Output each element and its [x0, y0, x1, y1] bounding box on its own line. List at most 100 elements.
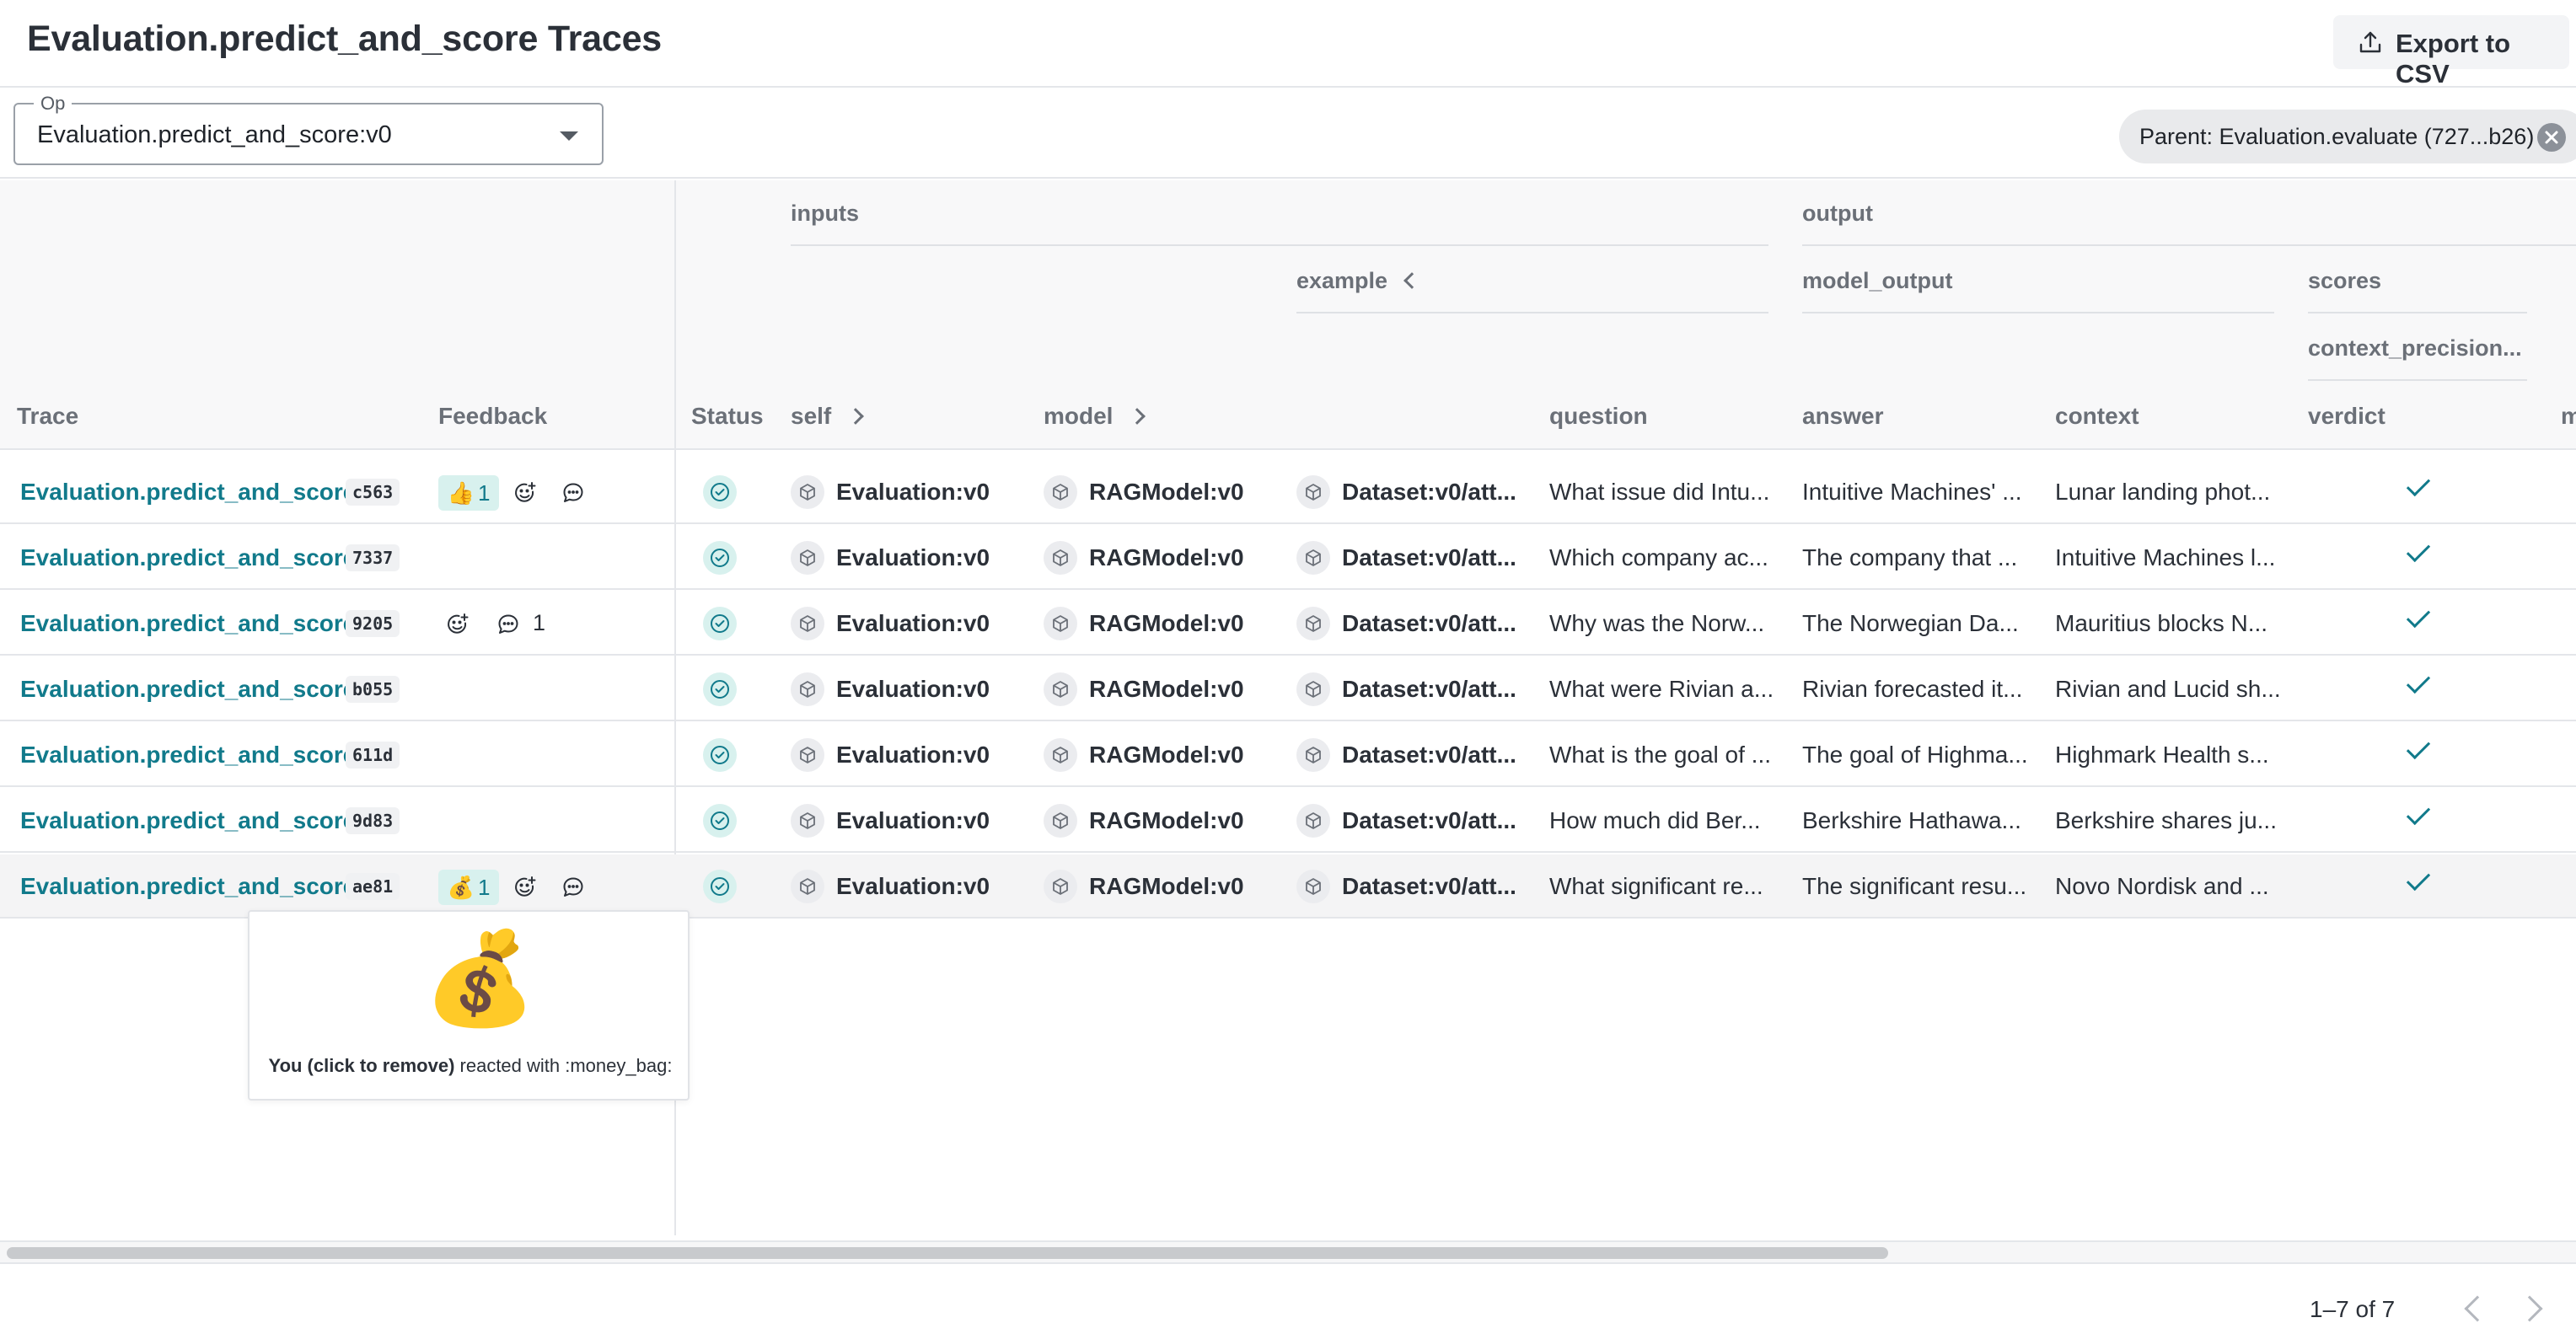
add-emoji-icon[interactable]	[513, 875, 538, 900]
example-ref[interactable]: Dataset:v0/att...	[1296, 475, 1532, 509]
example-ref[interactable]: Dataset:v0/att...	[1296, 541, 1532, 575]
comment-icon[interactable]	[561, 480, 586, 506]
self-ref[interactable]: Evaluation:v0	[791, 870, 1027, 903]
answer-cell[interactable]: Intuitive Machines' ...	[1802, 479, 2030, 506]
trace-link[interactable]: Evaluation.predict_and_score	[20, 676, 356, 703]
table-row[interactable]: Evaluation.predict_and_score 7337 Evaluati…	[0, 526, 2576, 590]
answer-cell[interactable]: The significant resu...	[1802, 873, 2030, 900]
question-cell[interactable]: Which company ac...	[1549, 544, 1777, 571]
question-cell[interactable]: How much did Ber...	[1549, 807, 1777, 834]
column-header-verdict[interactable]: verdict	[2308, 403, 2385, 430]
question-cell[interactable]: What significant re...	[1549, 873, 1777, 900]
caret-down-icon[interactable]	[560, 131, 578, 141]
trace-link[interactable]: Evaluation.predict_and_score	[20, 544, 356, 571]
model-ref[interactable]: RAGModel:v0	[1044, 541, 1280, 575]
self-ref-label: Evaluation:v0	[836, 807, 990, 833]
column-header-self[interactable]: self	[791, 403, 865, 430]
pagination-range: 1–7 of 7	[2310, 1296, 2396, 1322]
context-cell[interactable]: Rivian and Lucid sh...	[2055, 676, 2283, 703]
question-cell[interactable]: What issue did Intu...	[1549, 479, 1777, 506]
example-ref[interactable]: Dataset:v0/att...	[1296, 738, 1532, 772]
horizontal-scrollbar-thumb[interactable]	[7, 1247, 1888, 1259]
trace-link[interactable]: Evaluation.predict_and_score	[20, 742, 356, 769]
reaction-chip[interactable]: 💰 1	[438, 870, 499, 905]
column-header-context[interactable]: context	[2055, 403, 2139, 430]
table-row[interactable]: Evaluation.predict_and_score c563 👍 1 Evalua…	[0, 460, 2576, 524]
expand-chevron-icon[interactable]	[847, 408, 865, 425]
table-row[interactable]: Evaluation.predict_and_score ae81 💰 1 Evalua…	[0, 854, 2576, 919]
example-ref[interactable]: Dataset:v0/att...	[1296, 870, 1532, 903]
group-header-example[interactable]: example	[1296, 268, 1420, 294]
trace-link[interactable]: Evaluation.predict_and_score	[20, 610, 356, 637]
previous-page-icon[interactable]	[2464, 1295, 2491, 1322]
export-csv-button[interactable]: Export to CSV	[2333, 15, 2569, 88]
context-cell[interactable]: Intuitive Machines l...	[2055, 544, 2283, 571]
add-emoji-icon[interactable]	[445, 612, 470, 637]
group-underline-context-precision	[2308, 379, 2527, 381]
context-cell[interactable]: Novo Nordisk and ...	[2055, 873, 2283, 900]
parent-filter-chip[interactable]: Parent: Evaluation.evaluate (727...b26)	[2119, 110, 2576, 163]
question-cell[interactable]: What were Rivian a...	[1549, 676, 1777, 703]
context-cell[interactable]: Mauritius blocks N...	[2055, 610, 2283, 637]
cube-icon	[1044, 870, 1077, 903]
self-ref[interactable]: Evaluation:v0	[791, 475, 1027, 509]
remove-filter-icon[interactable]	[2537, 123, 2566, 152]
model-ref[interactable]: RAGModel:v0	[1044, 607, 1280, 640]
context-cell[interactable]: Berkshire shares ju...	[2055, 807, 2283, 834]
collapse-chevron-icon[interactable]	[1403, 272, 1420, 289]
remove-reaction-link[interactable]: You (click to remove)	[269, 1055, 455, 1076]
answer-cell[interactable]: The company that ...	[1802, 544, 2030, 571]
model-ref[interactable]: RAGModel:v0	[1044, 738, 1280, 772]
column-header-more[interactable]: m	[2561, 403, 2576, 430]
column-header-trace[interactable]: Trace	[17, 403, 78, 430]
reaction-count: 1	[477, 479, 491, 506]
table-row[interactable]: Evaluation.predict_and_score b055 Evaluati…	[0, 657, 2576, 721]
self-ref[interactable]: Evaluation:v0	[791, 804, 1027, 838]
next-page-icon[interactable]	[2516, 1295, 2543, 1322]
answer-cell[interactable]: The Norwegian Da...	[1802, 610, 2030, 637]
self-ref[interactable]: Evaluation:v0	[791, 738, 1027, 772]
example-ref[interactable]: Dataset:v0/att...	[1296, 607, 1532, 640]
column-header-status[interactable]: Status	[691, 403, 764, 430]
self-ref[interactable]: Evaluation:v0	[791, 541, 1027, 575]
column-header-model[interactable]: model	[1044, 403, 1146, 430]
question-cell[interactable]: Why was the Norw...	[1549, 610, 1777, 637]
context-cell[interactable]: Lunar landing phot...	[2055, 479, 2283, 506]
cube-icon	[1296, 870, 1330, 903]
answer-cell[interactable]: Berkshire Hathawa...	[1802, 807, 2030, 834]
add-emoji-icon[interactable]	[513, 480, 538, 506]
answer-cell[interactable]: The goal of Highma...	[1802, 742, 2030, 769]
horizontal-scrollbar[interactable]	[0, 1240, 2576, 1264]
model-ref[interactable]: RAGModel:v0	[1044, 804, 1280, 838]
question-cell[interactable]: What is the goal of ...	[1549, 742, 1777, 769]
cube-icon	[1044, 804, 1077, 838]
table-row[interactable]: Evaluation.predict_and_score 611d Evaluati…	[0, 723, 2576, 787]
group-underline-model-output	[1802, 312, 2274, 313]
expand-chevron-icon[interactable]	[1129, 408, 1146, 425]
column-header-answer[interactable]: answer	[1802, 403, 1884, 430]
cube-icon	[1044, 672, 1077, 706]
comment-icon[interactable]	[496, 612, 521, 637]
reaction-chip[interactable]: 👍 1	[438, 475, 499, 511]
column-header-question[interactable]: question	[1549, 403, 1648, 430]
model-ref[interactable]: RAGModel:v0	[1044, 672, 1280, 706]
example-ref[interactable]: Dataset:v0/att...	[1296, 804, 1532, 838]
comment-count: 1	[533, 610, 546, 635]
model-ref[interactable]: RAGModel:v0	[1044, 870, 1280, 903]
self-ref-label: Evaluation:v0	[836, 676, 990, 702]
trace-link[interactable]: Evaluation.predict_and_score	[20, 873, 356, 900]
self-ref[interactable]: Evaluation:v0	[791, 672, 1027, 706]
model-ref[interactable]: RAGModel:v0	[1044, 475, 1280, 509]
self-ref[interactable]: Evaluation:v0	[791, 607, 1027, 640]
context-cell[interactable]: Highmark Health s...	[2055, 742, 2283, 769]
table-row[interactable]: Evaluation.predict_and_score 9205 1 Evaluat…	[0, 592, 2576, 656]
trace-link[interactable]: Evaluation.predict_and_score	[20, 479, 356, 506]
op-select[interactable]: Op Evaluation.predict_and_score:v0	[13, 93, 604, 165]
trace-link[interactable]: Evaluation.predict_and_score	[20, 807, 356, 834]
answer-cell[interactable]: Rivian forecasted it...	[1802, 676, 2030, 703]
table-row[interactable]: Evaluation.predict_and_score 9d83 Evaluati…	[0, 789, 2576, 853]
cube-icon	[791, 541, 824, 575]
comment-icon[interactable]	[561, 875, 586, 900]
column-header-feedback[interactable]: Feedback	[438, 403, 547, 430]
example-ref[interactable]: Dataset:v0/att...	[1296, 672, 1532, 706]
